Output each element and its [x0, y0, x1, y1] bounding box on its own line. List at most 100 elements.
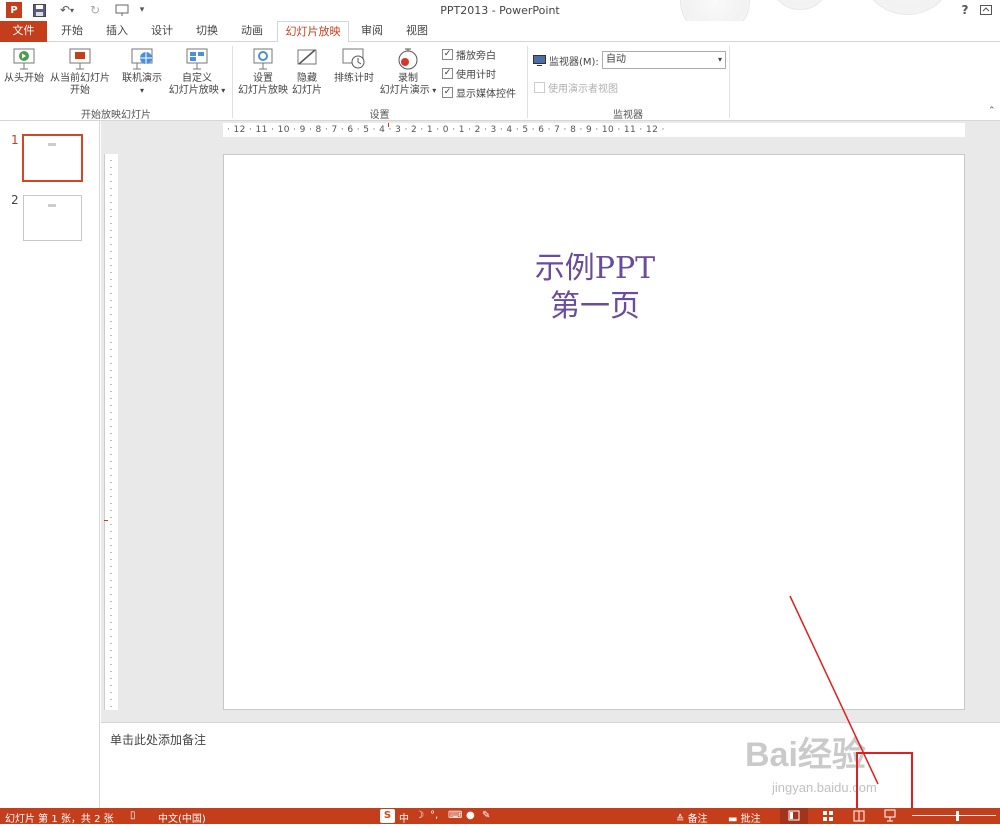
present-online-icon [129, 47, 155, 71]
rehearse-timings-label: 排练计时 [334, 73, 374, 84]
play-narrations-checkbox[interactable]: ✓ 播放旁白 [442, 47, 496, 62]
custom-slide-show-label-1: 自定义 [182, 73, 212, 84]
redo-icon[interactable]: ↻ [86, 2, 104, 18]
vertical-ruler[interactable] [104, 154, 118, 710]
record-label-2: 幻灯片演示 ▾ [379, 85, 437, 96]
show-media-controls-checkbox[interactable]: ✓ 显示媒体控件 [442, 85, 516, 100]
save-icon[interactable] [30, 2, 48, 18]
show-media-controls-label: 显示媒体控件 [456, 89, 516, 100]
set-up-label-2: 幻灯片放映 [238, 85, 288, 96]
powerpoint-logo-icon: P [6, 2, 22, 18]
notes-toggle-label: 备注 [687, 814, 708, 825]
slide-sorter-button[interactable] [815, 808, 841, 824]
hide-slide-label-2: 幻灯片 [292, 85, 322, 96]
horizontal-ruler[interactable]: · 12 · 11 · 10 · 9 · 8 · 7 · 6 · 5 · 4 ·… [223, 123, 965, 137]
slide-thumbnail-2[interactable] [23, 195, 82, 241]
slide-title-line-2[interactable]: 第一页 [224, 281, 966, 325]
hide-slide-label-1: 隐藏 [297, 73, 317, 84]
present-online-dropdown-icon[interactable]: ▾ [118, 85, 166, 97]
monitor-label-text: 监视器(M): [549, 57, 599, 68]
keyboard-icon[interactable]: ⌨ [448, 810, 462, 821]
ribbon-tabs: 文件 开始 插入 设计 切换 动画 幻灯片放映 审阅 视图 [0, 21, 1000, 43]
slide-show-button[interactable] [878, 808, 902, 824]
tab-file[interactable]: 文件 [0, 21, 47, 42]
present-online-button[interactable]: 联机演示 ▾ [118, 47, 166, 97]
collapse-ribbon-icon[interactable]: ⌃ [988, 106, 996, 116]
reading-view-icon [853, 810, 865, 822]
ime-mode[interactable]: 中 [399, 810, 409, 825]
tab-insert[interactable]: 插入 [97, 21, 137, 42]
background-decoration [770, 0, 830, 10]
thumbnail-title-mark [48, 143, 56, 146]
undo-icon[interactable]: ↶ ▾ [54, 2, 80, 18]
ribbon-display-options-icon[interactable] [978, 2, 994, 18]
start-from-beginning-qat-icon[interactable] [112, 2, 132, 18]
ruler-cursor-marker [388, 123, 389, 127]
user-icon[interactable]: ● [466, 810, 475, 821]
slide-sorter-icon [823, 811, 833, 821]
set-up-label-1: 设置 [253, 73, 273, 84]
group-label-monitors: 监视器 [613, 110, 643, 121]
from-beginning-label: 从头开始 [4, 73, 44, 84]
custom-slide-show-label-2: 幻灯片放映 ▾ [168, 85, 226, 96]
tab-transitions[interactable]: 切换 [187, 21, 227, 42]
spell-check-icon[interactable]: ▯ [130, 810, 136, 821]
use-presenter-view-label: 使用演示者视图 [548, 84, 618, 95]
thumbnail-title-mark [48, 204, 56, 207]
custom-slide-show-button[interactable]: 自定义 幻灯片放映 ▾ [166, 47, 228, 97]
punctuation-icon[interactable]: °, [430, 810, 438, 821]
record-icon [395, 47, 421, 71]
language-indicator[interactable]: 中文(中国) [158, 810, 206, 825]
slide-counter[interactable]: 幻灯片 第 1 张，共 2 张 [5, 810, 114, 825]
hide-slide-icon [294, 47, 320, 71]
from-current-label-2: 开始 [70, 85, 90, 96]
use-presenter-view-checkbox[interactable]: 使用演示者视图 [534, 80, 618, 95]
window-title: PPT2013 - PowerPoint [440, 4, 560, 17]
checkbox-checked-icon: ✓ [442, 87, 453, 98]
rehearse-timings-button[interactable]: 排练计时 [330, 47, 378, 85]
from-current-slide-button[interactable]: 从当前幻灯片 开始 [48, 47, 112, 97]
slide-thumbnail-1[interactable] [22, 134, 83, 182]
use-timings-checkbox[interactable]: ✓ 使用计时 [442, 66, 496, 81]
zoom-slider[interactable] [912, 815, 996, 816]
background-decoration [860, 0, 955, 15]
comments-toggle[interactable]: ▬ 批注 [728, 810, 761, 825]
reading-view-button[interactable] [848, 808, 870, 824]
moon-icon[interactable]: ☽ [415, 810, 424, 821]
customize-qat-icon[interactable]: ▾ [136, 2, 148, 18]
hide-slide-button[interactable]: 隐藏 幻灯片 [290, 47, 324, 97]
from-beginning-button[interactable]: 从头开始 [2, 47, 46, 85]
horizontal-ruler-scale: · 12 · 11 · 10 · 9 · 8 · 7 · 6 · 5 · 4 ·… [227, 125, 665, 135]
sogou-ime-icon[interactable]: S [380, 809, 395, 823]
set-up-slide-show-icon [250, 47, 276, 71]
monitor-icon [533, 55, 546, 66]
chevron-down-icon: ▾ [717, 55, 722, 64]
monitor-select-value: 自动 [606, 54, 626, 65]
tab-slide-show[interactable]: 幻灯片放映 [277, 21, 349, 43]
comment-icon: ▬ [728, 814, 741, 825]
play-from-current-icon [67, 47, 93, 71]
normal-view-button[interactable] [780, 808, 808, 824]
play-narrations-label: 播放旁白 [456, 51, 496, 62]
tab-animations[interactable]: 动画 [232, 21, 272, 42]
help-button[interactable]: ? [958, 2, 972, 18]
zoom-slider-thumb[interactable] [956, 811, 959, 821]
slide-number: 2 [11, 193, 19, 207]
notes-icon: ≙ [676, 814, 688, 825]
record-slide-show-button[interactable]: 录制 幻灯片演示 ▾ [378, 47, 438, 97]
set-up-slide-show-button[interactable]: 设置 幻灯片放映 [234, 47, 292, 97]
slide-thumbnails-panel: 1 2 [0, 121, 100, 808]
notes-toggle[interactable]: ≙ 备注 [676, 810, 708, 825]
tab-home[interactable]: 开始 [52, 21, 92, 42]
group-label-set-up: 设置 [369, 110, 390, 121]
checkbox-unchecked-icon [534, 82, 545, 93]
tab-view[interactable]: 视图 [397, 21, 437, 42]
play-from-start-icon [11, 47, 37, 71]
wrench-icon[interactable]: ✎ [482, 810, 490, 821]
monitor-select[interactable]: 自动 ▾ [602, 51, 726, 69]
record-label-1: 录制 [398, 73, 418, 84]
tab-review[interactable]: 审阅 [352, 21, 392, 42]
tab-design[interactable]: 设计 [142, 21, 182, 42]
notes-placeholder: 单击此处添加备注 [110, 733, 207, 747]
checkbox-checked-icon: ✓ [442, 68, 453, 79]
